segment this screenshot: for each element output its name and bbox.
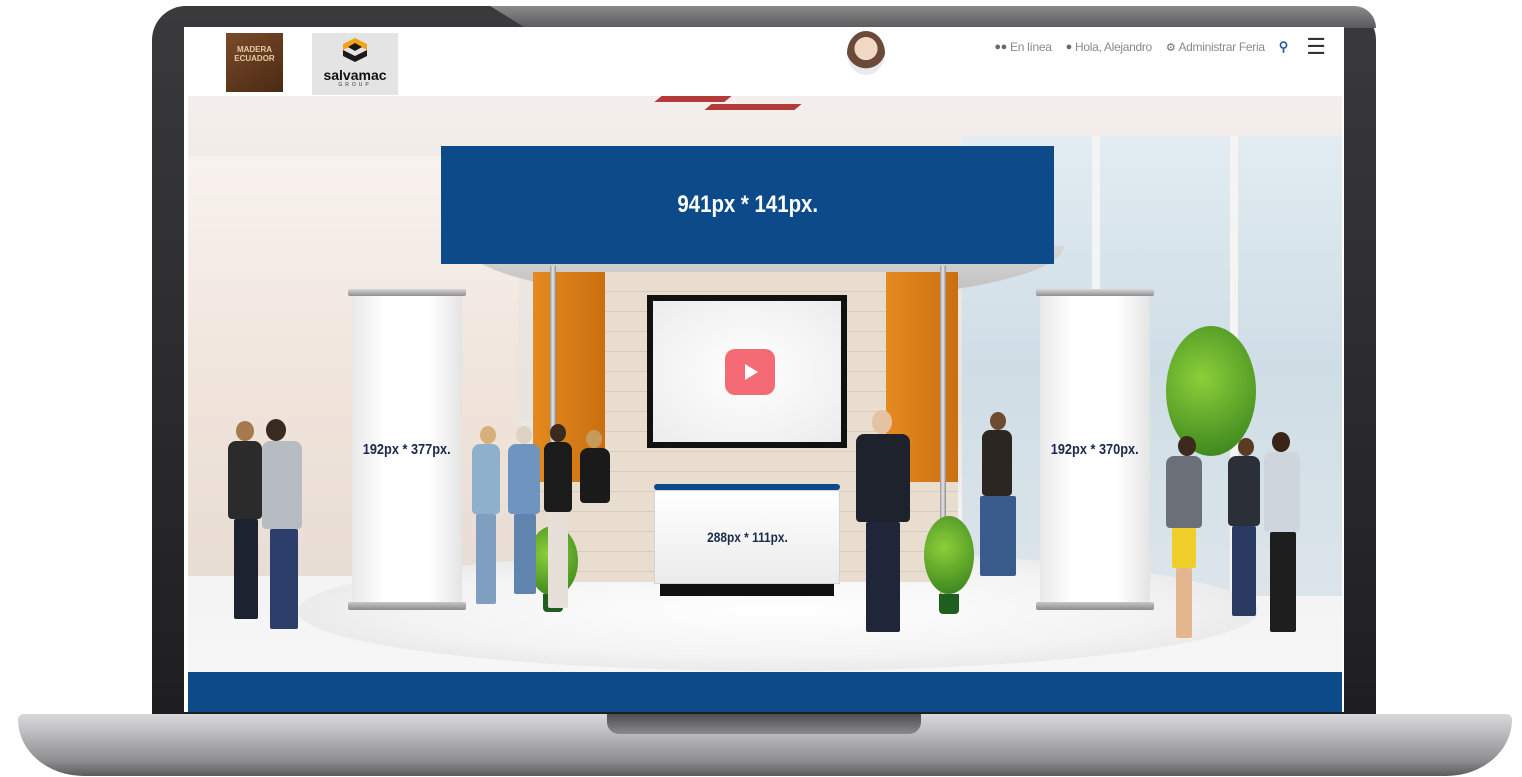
right-rollup-label: 192px * 370px.: [1051, 440, 1139, 458]
reception-counter[interactable]: 288px * 111px.: [654, 484, 840, 596]
virtual-booth-stage: 941px * 141px. 192px * 377px. 192px * 37…: [188, 96, 1342, 672]
counter-label: 288px * 111px.: [706, 529, 788, 545]
rollup-top-bar: [1036, 289, 1154, 296]
counter-base: [660, 584, 834, 596]
gears-icon: ⚙: [1165, 41, 1176, 54]
hamburger-menu-icon[interactable]: ☰: [1306, 36, 1326, 58]
nav-online[interactable]: ●● En línea: [994, 40, 1052, 54]
assistant-avatar[interactable]: [847, 31, 885, 75]
play-icon[interactable]: [725, 349, 775, 395]
left-rollup-label: 192px * 377px.: [363, 440, 451, 458]
booth-host: [852, 410, 914, 640]
right-rollup-banner[interactable]: 192px * 370px.: [1036, 289, 1154, 617]
user-icon: ●: [1065, 41, 1073, 53]
bottom-brand-band: [188, 672, 1342, 712]
madera-ecuador-logo-text: MADERA ECUADOR: [234, 45, 275, 63]
left-rollup-panel: 192px * 377px.: [352, 296, 462, 602]
potted-plant: [924, 516, 974, 616]
plant-pot: [939, 594, 959, 614]
salvamac-logo-text: salvamac: [323, 67, 387, 83]
laptop-lid-highlight: [490, 6, 1376, 28]
header-nav: ●● En línea ● Hola, Alejandro ⚙ Administ…: [994, 36, 1326, 58]
nav-user-greeting-label: Hola, Alejandro: [1075, 40, 1152, 54]
right-rollup-panel: 192px * 370px.: [1040, 296, 1150, 602]
video-screen[interactable]: [647, 295, 847, 448]
left-rollup-banner[interactable]: 192px * 377px.: [348, 289, 466, 617]
rollup-base: [348, 602, 466, 610]
visitor-group: [470, 424, 620, 616]
top-header: MADERA ECUADOR salvamac GROUP ●● En líne…: [184, 27, 1344, 97]
nav-online-label: En línea: [1010, 40, 1052, 54]
search-icon[interactable]: ⚲: [1279, 39, 1289, 55]
plant-leaves: [924, 516, 974, 594]
rollup-base: [1036, 602, 1154, 610]
laptop-screen: MADERA ECUADOR salvamac GROUP ●● En líne…: [184, 27, 1344, 712]
users-icon: ●●: [994, 41, 1008, 53]
salvamac-logo[interactable]: salvamac GROUP: [312, 33, 398, 95]
laptop-opening-notch: [607, 714, 921, 734]
top-banner[interactable]: 941px * 141px.: [441, 146, 1054, 264]
nav-admin-fair-label: Administrar Feria: [1178, 40, 1265, 54]
ceiling-light: [654, 96, 732, 102]
nav-admin-fair[interactable]: ⚙ Administrar Feria: [1166, 40, 1265, 54]
madera-ecuador-logo[interactable]: MADERA ECUADOR: [226, 33, 283, 92]
top-banner-label: 941px * 141px.: [677, 191, 818, 218]
rollup-top-bar: [348, 289, 466, 296]
ceiling-light: [704, 104, 802, 110]
counter-body: 288px * 111px.: [654, 490, 840, 584]
salvamac-mark-icon: [343, 38, 367, 62]
nav-user-greeting[interactable]: ● Hola, Alejandro: [1065, 40, 1153, 54]
walking-visitor: [970, 412, 1030, 582]
visitor-couple: [226, 419, 316, 636]
visitor-group-right: [1156, 432, 1316, 646]
video-screen-display: [653, 301, 841, 442]
